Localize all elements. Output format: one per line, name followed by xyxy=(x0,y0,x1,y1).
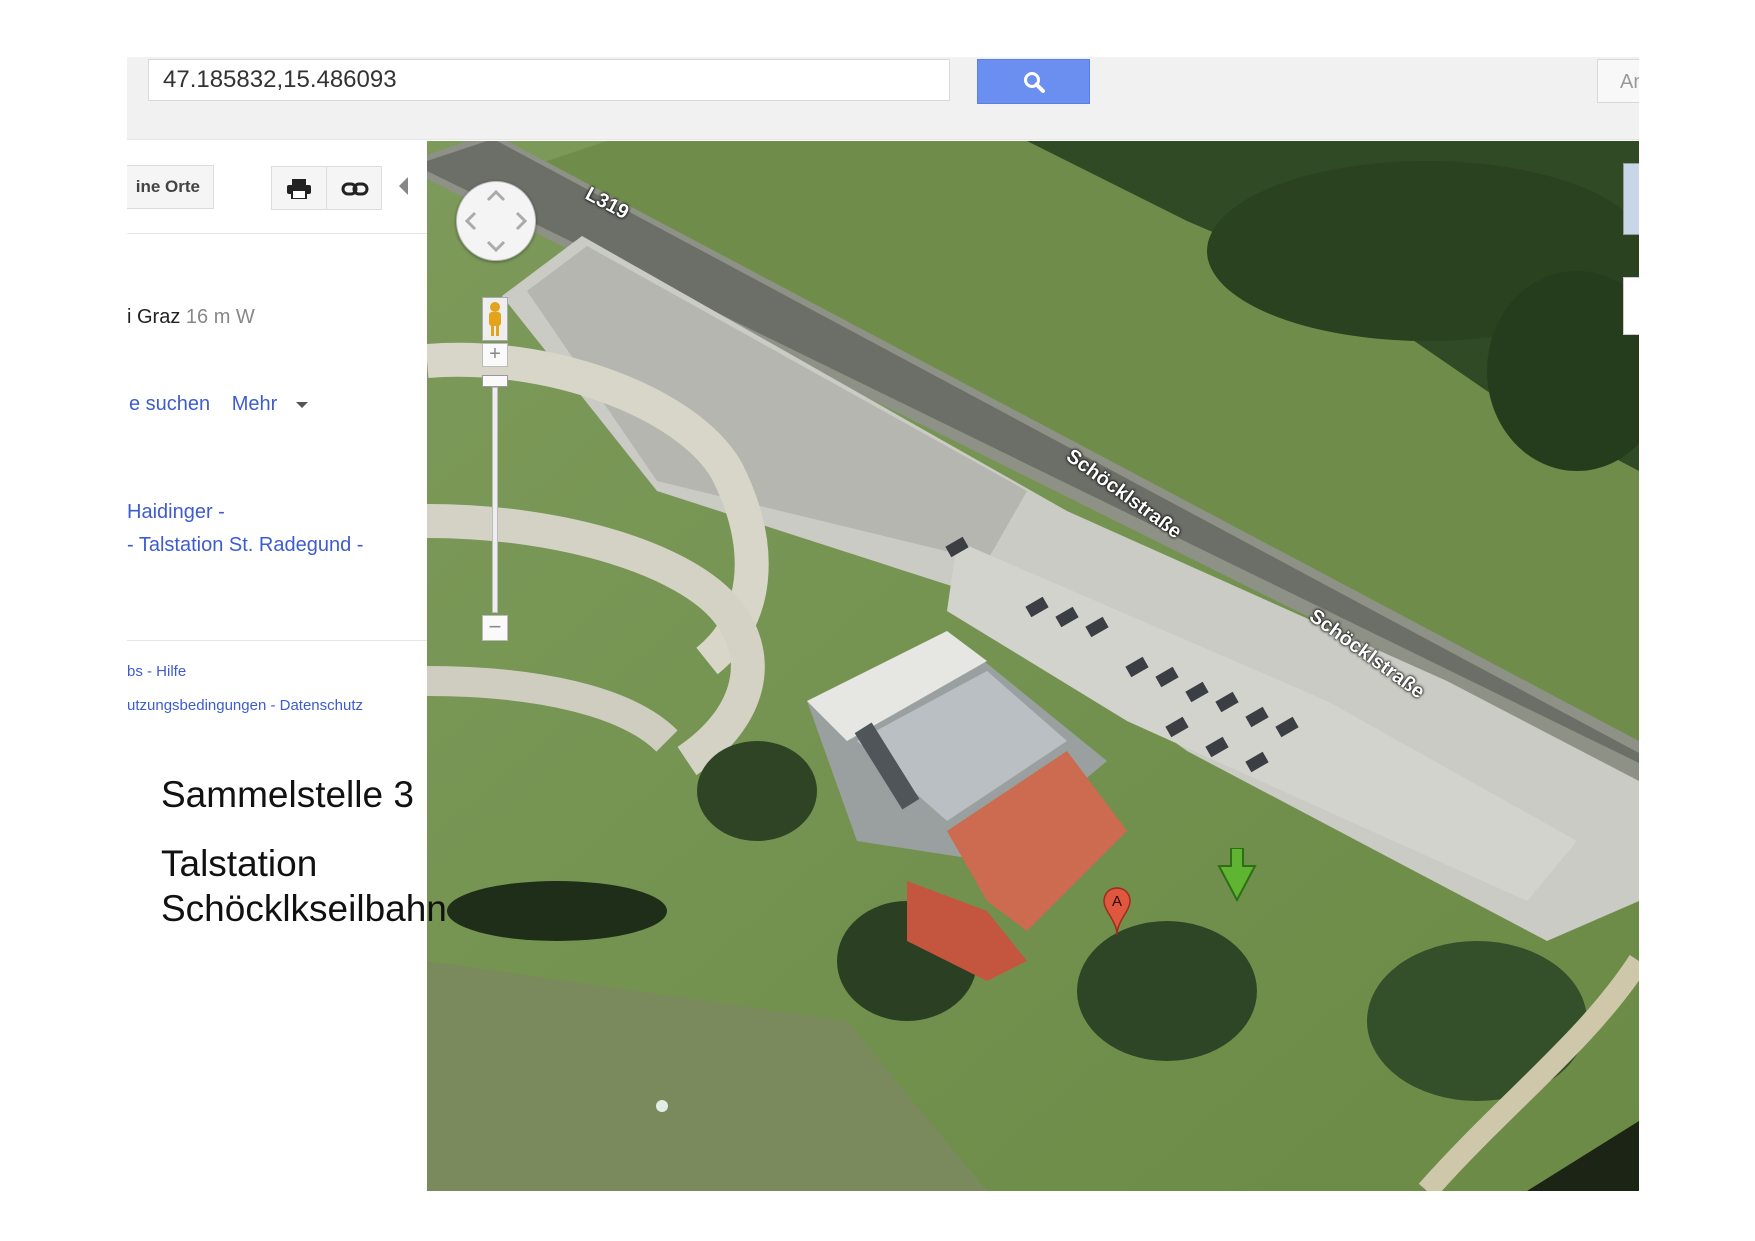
map-type-control[interactable] xyxy=(1623,277,1639,335)
chevron-down-icon xyxy=(296,401,309,408)
search-input[interactable] xyxy=(148,59,950,101)
annotation-line-3: Schöcklkseilbahn xyxy=(161,888,447,929)
link-icon xyxy=(341,182,369,196)
collapse-panel-arrow-icon[interactable] xyxy=(399,177,408,195)
result-link-1[interactable]: Haidinger - xyxy=(127,501,225,524)
more-dropdown[interactable]: Mehr xyxy=(232,393,309,415)
location-line: i Graz 16 m W xyxy=(127,306,255,329)
more-label: Mehr xyxy=(231,393,278,415)
zoom-in-button[interactable]: + xyxy=(482,343,508,367)
location-actions: e suchen Mehr xyxy=(129,393,324,416)
zoom-slider-track[interactable] xyxy=(492,387,498,613)
link-button[interactable] xyxy=(326,166,382,210)
search-nearby-link[interactable]: e suchen xyxy=(129,393,210,415)
annotation-line-2: Talstation xyxy=(161,843,318,884)
left-panel: ine Orte i Graz 16 m W e suchen Mehr Hai… xyxy=(127,141,427,1191)
zoom-slider-knob[interactable] xyxy=(482,375,508,387)
satellite-imagery xyxy=(427,141,1639,1191)
search-icon xyxy=(1024,72,1045,93)
map-marker-a-icon[interactable]: A xyxy=(1102,887,1132,937)
zoom-out-button[interactable]: − xyxy=(482,615,508,641)
print-icon xyxy=(287,179,311,199)
collection-point-arrow-icon xyxy=(1217,848,1257,903)
street-view-pegman-icon[interactable] xyxy=(482,297,508,341)
top-right-button[interactable]: An xyxy=(1597,59,1639,103)
pan-arrows-icon xyxy=(464,189,528,253)
map-type-thumbnail[interactable] xyxy=(1623,163,1639,235)
result-link-2[interactable]: - Talstation St. Radegund - xyxy=(127,534,363,557)
satellite-map[interactable]: L319 Schöcklstraße Schöcklstraße + − A xyxy=(427,141,1639,1191)
pan-control[interactable] xyxy=(456,181,536,261)
print-button[interactable] xyxy=(271,166,327,210)
location-name: i Graz xyxy=(127,306,181,328)
footer-links-1[interactable]: bs - Hilfe xyxy=(127,663,186,680)
footer-links-2[interactable]: utzungsbedingungen - Datenschutz xyxy=(127,697,363,714)
panel-divider xyxy=(127,233,427,234)
marker-a-label: A xyxy=(1112,893,1122,910)
annotation-title: Sammelstelle 3 xyxy=(161,774,414,815)
search-button[interactable] xyxy=(977,59,1090,104)
my-places-button[interactable]: ine Orte xyxy=(127,165,214,209)
panel-divider xyxy=(127,640,427,641)
location-distance: 16 m W xyxy=(185,306,255,328)
